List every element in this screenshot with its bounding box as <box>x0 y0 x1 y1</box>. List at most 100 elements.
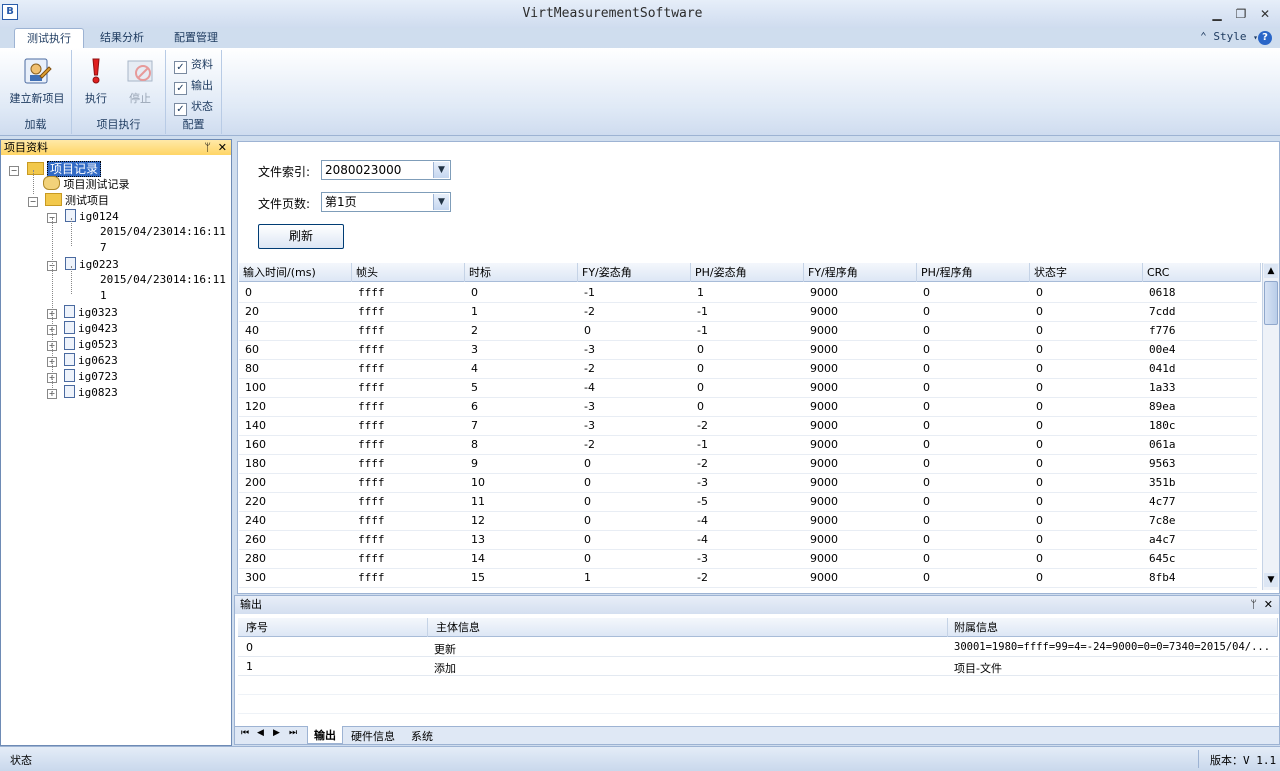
table-row[interactable]: 260 ffff 13 0 -4 9000 0 0 a4c7 <box>239 530 1257 550</box>
tree-item-ig0223[interactable]: − ig0223 <box>47 257 119 271</box>
table-row[interactable]: 300 ffff 15 1 -2 9000 0 0 8fb4 <box>239 568 1257 588</box>
restore-icon[interactable]: ❐ <box>1232 6 1250 22</box>
next-page-icon[interactable]: ▶ <box>273 728 280 738</box>
tab-test-execution[interactable]: 测试执行 <box>14 28 84 48</box>
pin-icon[interactable]: ᛘ <box>204 140 211 155</box>
checkbox-data[interactable]: ✓ 资料 <box>174 56 213 74</box>
checkbox-data-label: 资料 <box>191 58 213 71</box>
tree-item-ig0623[interactable]: + ig0623 <box>47 353 118 367</box>
output-col-header[interactable]: 附属信息 <box>948 618 1278 637</box>
grid-column-header[interactable]: 输入时间/(ms) <box>239 263 352 282</box>
tree-item-ig0823[interactable]: + ig0823 <box>47 385 118 399</box>
table-row[interactable]: 160 ffff 8 -2 -1 9000 0 0 061a <box>239 435 1257 455</box>
collapse-icon[interactable]: − <box>28 197 38 207</box>
table-row[interactable]: 280 ffff 14 0 -3 9000 0 0 645c <box>239 549 1257 569</box>
chevron-down-icon[interactable]: ▼ <box>433 162 449 178</box>
grid-column-header[interactable]: PH/程序角 <box>917 263 1030 282</box>
first-page-icon[interactable]: ⏮ <box>241 728 249 738</box>
tree-node-project-test-record[interactable]: 项目测试记录 <box>43 176 130 192</box>
table-cell: 0 <box>584 457 591 470</box>
close-icon[interactable]: ✕ <box>218 140 227 155</box>
file-page-select[interactable]: 第1页 ▼ <box>321 192 451 212</box>
table-row[interactable]: 80 ffff 4 -2 0 9000 0 0 041d <box>239 359 1257 379</box>
folder-open-icon <box>26 162 44 175</box>
output-row[interactable]: 1 添加 项目-文件 <box>238 657 1278 676</box>
output-row[interactable]: 0 更新 30001=1980=ffff=99=4=-24=9000=0=0=7… <box>238 638 1278 657</box>
tree-subitem[interactable]: 7 <box>100 241 107 254</box>
grid-column-header[interactable]: CRC <box>1143 263 1261 282</box>
table-cell: 40 <box>245 324 259 337</box>
stop-button[interactable]: 停止 <box>120 56 160 106</box>
table-cell: 0 <box>245 286 252 299</box>
grid-column-header[interactable]: FY/姿态角 <box>578 263 691 282</box>
minimize-icon[interactable]: ▁ <box>1208 6 1226 22</box>
table-row[interactable]: 220 ffff 11 0 -5 9000 0 0 4c77 <box>239 492 1257 512</box>
scroll-thumb[interactable] <box>1264 281 1278 325</box>
grid-column-header[interactable]: 帧头 <box>352 263 465 282</box>
close-icon[interactable]: ✕ <box>1264 596 1273 614</box>
style-menu[interactable]: ⌃ Style ▾ <box>1200 30 1258 43</box>
file-index-label: 文件索引: <box>258 165 311 179</box>
table-row[interactable]: 60 ffff 3 -3 0 9000 0 0 00e4 <box>239 340 1257 360</box>
tab-result-analysis[interactable]: 结果分析 <box>88 28 156 48</box>
last-page-icon[interactable]: ⏭ <box>289 728 297 738</box>
table-row[interactable]: 0 ffff 0 -1 1 9000 0 0 0618 <box>239 283 1257 303</box>
table-cell: 0 <box>923 362 930 375</box>
tab-output[interactable]: 输出 <box>307 726 343 744</box>
scroll-down-icon[interactable]: ▼ <box>1264 573 1278 587</box>
checkbox-status[interactable]: ✓ 状态 <box>174 98 213 116</box>
output-col-header[interactable]: 序号 <box>238 618 428 637</box>
run-label: 执行 <box>85 92 107 105</box>
tree-subitem[interactable]: 1 <box>100 289 107 302</box>
table-cell: 1 <box>471 305 478 318</box>
grid-column-header[interactable]: PH/姿态角 <box>691 263 804 282</box>
vertical-scrollbar[interactable]: ▲ ▼ <box>1262 263 1279 590</box>
table-row[interactable]: 140 ffff 7 -3 -2 9000 0 0 180c <box>239 416 1257 436</box>
refresh-button[interactable]: 刷新 <box>258 224 344 249</box>
pin-icon[interactable]: ᛘ <box>1250 596 1257 614</box>
tree-item-ig0523[interactable]: + ig0523 <box>47 337 118 351</box>
table-row[interactable]: 40 ffff 2 0 -1 9000 0 0 f776 <box>239 321 1257 341</box>
tree-root-label[interactable]: 项目记录 <box>47 161 102 177</box>
prev-page-icon[interactable]: ◀ <box>257 728 264 738</box>
chevron-down-icon[interactable]: ▼ <box>433 194 449 210</box>
grid-column-header[interactable]: FY/程序角 <box>804 263 917 282</box>
collapse-icon[interactable]: − <box>9 166 19 176</box>
collapse-ribbon-icon[interactable]: ⌃ <box>1200 30 1207 43</box>
output-col-header[interactable]: 主体信息 <box>428 618 948 637</box>
tree-node-test-project[interactable]: − 测试项目 <box>28 192 109 208</box>
new-project-button[interactable]: 建立新项目 <box>6 56 68 106</box>
close-icon[interactable]: ✕ <box>1256 6 1274 22</box>
grid-column-header[interactable]: 状态字 <box>1030 263 1143 282</box>
tree-item-ig0723[interactable]: + ig0723 <box>47 369 118 383</box>
tab-config-management[interactable]: 配置管理 <box>162 28 230 48</box>
table-row[interactable]: 200 ffff 10 0 -3 9000 0 0 351b <box>239 473 1257 493</box>
table-cell: 6 <box>471 400 478 413</box>
tree-item-ig0323[interactable]: + ig0323 <box>47 305 118 319</box>
file-index-select[interactable]: 2080023000 ▼ <box>321 160 451 180</box>
scroll-up-icon[interactable]: ▲ <box>1264 264 1278 278</box>
table-row[interactable]: 240 ffff 12 0 -4 9000 0 0 7c8e <box>239 511 1257 531</box>
grid-column-header[interactable]: 时标 <box>465 263 578 282</box>
table-row[interactable]: 180 ffff 9 0 -2 9000 0 0 9563 <box>239 454 1257 474</box>
help-icon[interactable]: ? <box>1258 31 1272 45</box>
table-row[interactable]: 100 ffff 5 -4 0 9000 0 0 1a33 <box>239 378 1257 398</box>
checkbox-output[interactable]: ✓ 输出 <box>174 77 213 95</box>
tree-item-ig0423[interactable]: + ig0423 <box>47 321 118 335</box>
run-button[interactable]: 执行 <box>78 56 114 106</box>
tree-root[interactable]: − 项目记录 <box>9 160 102 177</box>
table-cell: 9000 <box>810 438 838 451</box>
table-cell: -2 <box>697 457 708 470</box>
table-cell: 9000 <box>810 343 838 356</box>
table-row[interactable]: 20 ffff 1 -2 -1 9000 0 0 7cdd <box>239 302 1257 322</box>
tree-subitem[interactable]: 2015/04/23014:16:11 <box>100 273 226 286</box>
table-cell: -3 <box>697 552 708 565</box>
table-cell: 89ea <box>1149 400 1176 413</box>
tree-item-ig0124[interactable]: − ig0124 <box>47 209 119 223</box>
table-row[interactable]: 120 ffff 6 -3 0 9000 0 0 89ea <box>239 397 1257 417</box>
tree-item-label: ig0723 <box>78 370 118 383</box>
output-header: 输出 ᛘ ✕ <box>235 596 1279 614</box>
tree-subitem[interactable]: 2015/04/23014:16:11 <box>100 225 226 238</box>
tab-system[interactable]: 系统 <box>411 728 433 744</box>
tab-hardware-info[interactable]: 硬件信息 <box>351 728 395 744</box>
